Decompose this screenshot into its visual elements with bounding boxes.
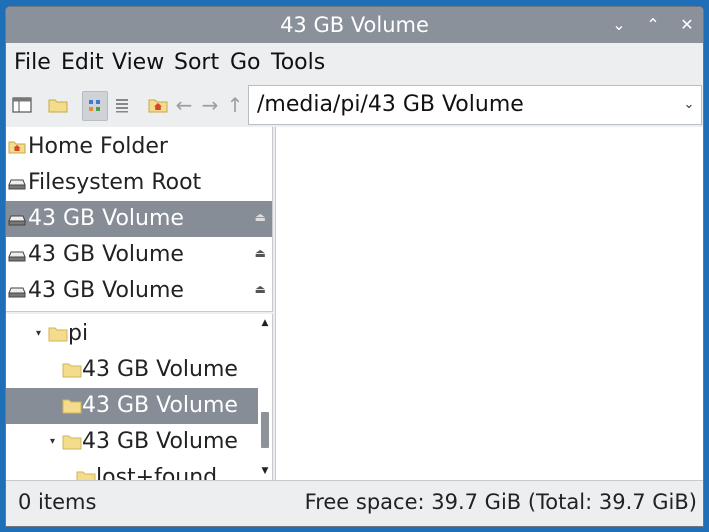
new-window-button[interactable] <box>10 91 34 119</box>
folder-icon <box>48 327 68 342</box>
drive-icon <box>8 287 26 298</box>
title-bar[interactable]: 43 GB Volume ⌄ ⌃ ✕ <box>6 7 703 43</box>
eject-icon[interactable]: ⏏ <box>255 210 266 224</box>
folder-icon <box>76 471 96 480</box>
eject-icon[interactable]: ⏏ <box>255 282 266 296</box>
place-volume-1[interactable]: 43 GB Volume ⏏ <box>6 201 272 237</box>
icon-view-button[interactable] <box>82 91 108 121</box>
file-list-pane[interactable] <box>275 127 703 480</box>
tree-node-volume[interactable]: 43 GB Volume <box>6 352 258 388</box>
close-button[interactable]: ✕ <box>675 13 699 37</box>
location-dropdown-icon[interactable]: ⌄ <box>677 86 701 124</box>
new-folder-button[interactable] <box>46 91 70 119</box>
place-volume-2[interactable]: 43 GB Volume ⏏ <box>6 237 272 273</box>
place-label: 43 GB Volume <box>28 242 184 267</box>
location-input[interactable]: /media/pi/43 GB Volume <box>257 86 524 124</box>
place-home-folder[interactable]: Home Folder <box>6 129 272 165</box>
item-count: 0 items <box>18 490 97 514</box>
tree-node-pi[interactable]: ▾ pi <box>6 316 258 352</box>
expander-icon[interactable]: ▾ <box>50 424 55 460</box>
menu-go[interactable]: Go <box>230 49 261 77</box>
minimize-button[interactable]: ⌄ <box>607 13 631 37</box>
directory-tree: ▾ pi 43 GB Volume 43 GB Volume ▾ 43 GB V… <box>6 314 273 480</box>
eject-icon[interactable]: ⏏ <box>255 246 266 260</box>
menu-view[interactable]: View <box>112 49 164 77</box>
location-bar[interactable]: /media/pi/43 GB Volume ⌄ <box>248 85 702 125</box>
folder-icon <box>62 363 82 378</box>
place-label: Home Folder <box>28 134 168 159</box>
place-volume-3[interactable]: 43 GB Volume ⏏ <box>6 273 272 309</box>
list-view-icon <box>116 99 128 113</box>
new-window-icon <box>12 97 32 113</box>
forward-button[interactable]: → <box>198 91 222 119</box>
expander-icon[interactable]: ▾ <box>36 316 41 352</box>
drive-icon <box>8 179 26 190</box>
folder-icon <box>62 435 82 450</box>
places-pane: Home Folder Filesystem Root 43 GB Volume… <box>6 127 273 312</box>
back-button[interactable]: ← <box>172 91 196 119</box>
drive-icon <box>8 215 26 226</box>
menu-tools[interactable]: Tools <box>271 49 325 77</box>
tree-node-label: 43 GB Volume <box>82 429 238 454</box>
back-icon: ← <box>175 93 193 117</box>
tree-node-label: 43 GB Volume <box>82 393 238 418</box>
forward-icon: → <box>201 93 219 117</box>
tree-node-lost-found[interactable]: lost+found <box>6 460 258 480</box>
menu-sort[interactable]: Sort <box>174 49 219 77</box>
folder-icon <box>62 399 82 414</box>
home-button[interactable] <box>146 91 170 119</box>
tree-node-volume-expanded[interactable]: ▾ 43 GB Volume <box>6 424 258 460</box>
home-icon <box>148 99 168 113</box>
place-label: Filesystem Root <box>28 170 202 195</box>
menu-bar: File Edit View Sort Go Tools <box>6 43 703 83</box>
menu-file[interactable]: File <box>14 49 51 77</box>
up-icon: ↑ <box>226 93 244 117</box>
scroll-down-icon[interactable]: ▼ <box>258 464 272 478</box>
drive-icon <box>8 251 26 262</box>
free-space: Free space: 39.7 GiB (Total: 39.7 GiB) <box>304 490 697 514</box>
tree-scrollbar[interactable]: ▲ ▼ <box>258 314 272 480</box>
window-title: 43 GB Volume <box>280 13 429 37</box>
place-filesystem-root[interactable]: Filesystem Root <box>6 165 272 201</box>
up-button[interactable]: ↑ <box>223 91 247 119</box>
menu-edit[interactable]: Edit <box>61 49 104 77</box>
scroll-thumb[interactable] <box>261 412 269 448</box>
home-folder-icon <box>8 141 26 154</box>
tree-node-label: 43 GB Volume <box>82 357 238 382</box>
file-manager-window: 43 GB Volume ⌄ ⌃ ✕ File Edit View Sort G… <box>6 7 703 526</box>
tree-node-volume-selected[interactable]: 43 GB Volume <box>6 388 258 424</box>
tree-node-label: lost+found <box>96 465 218 480</box>
new-folder-icon <box>48 99 68 113</box>
status-bar: 0 items Free space: 39.7 GiB (Total: 39.… <box>6 480 703 526</box>
list-view-button[interactable] <box>110 91 134 119</box>
icon-view-icon <box>89 100 100 111</box>
scroll-up-icon[interactable]: ▲ <box>258 316 272 330</box>
place-label: 43 GB Volume <box>28 206 184 231</box>
maximize-button[interactable]: ⌃ <box>641 13 665 37</box>
place-label: 43 GB Volume <box>28 278 184 303</box>
tree-node-label: pi <box>68 321 89 346</box>
